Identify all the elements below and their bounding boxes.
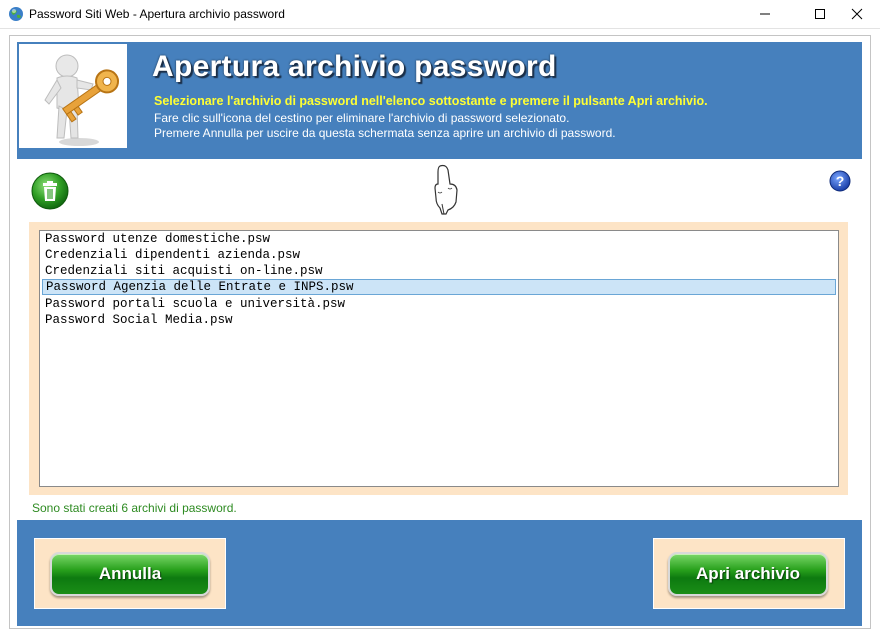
svg-text:?: ?: [836, 173, 845, 189]
close-icon: [851, 8, 863, 20]
archive-listbox[interactable]: Password utenze domestiche.psw Credenzia…: [39, 230, 839, 487]
help-button[interactable]: ?: [829, 170, 851, 192]
instruction-line-3: Premere Annulla per uscire da questa sch…: [154, 126, 616, 140]
minimize-button[interactable]: [742, 0, 788, 28]
title-bar: Password Siti Web - Apertura archivio pa…: [0, 0, 880, 29]
window-title: Password Siti Web - Apertura archivio pa…: [29, 7, 285, 21]
list-item[interactable]: Credenziali dipendenti azienda.psw: [42, 247, 836, 263]
trash-icon: [31, 172, 69, 210]
list-item[interactable]: Password portali scuola e università.psw: [42, 296, 836, 312]
instruction-line-2: Fare clic sull'icona del cestino per eli…: [154, 111, 570, 125]
close-button[interactable]: [834, 0, 880, 28]
instruction-line-1: Selezionare l'archivio di password nell'…: [154, 94, 708, 108]
list-item[interactable]: Credenziali siti acquisti on-line.psw: [42, 263, 836, 279]
delete-archive-button[interactable]: [29, 171, 71, 211]
list-item-selected[interactable]: Password Agenzia delle Entrate e INPS.ps…: [42, 279, 836, 295]
globe-icon: [9, 7, 23, 21]
open-archive-button[interactable]: Apri archivio: [668, 552, 828, 596]
help-icon: ?: [829, 170, 851, 192]
status-text: Sono stati creati 6 archivi di password.: [32, 501, 237, 515]
person-with-key-icon: [19, 44, 127, 148]
list-item[interactable]: Password utenze domestiche.psw: [42, 231, 836, 247]
minimize-icon: [760, 13, 770, 15]
list-item[interactable]: Password Social Media.psw: [42, 312, 836, 328]
maximize-icon: [815, 9, 825, 19]
page-title: Apertura archivio password: [152, 50, 557, 83]
cancel-button[interactable]: Annulla: [50, 552, 210, 596]
pointing-hand-icon: [428, 164, 462, 216]
